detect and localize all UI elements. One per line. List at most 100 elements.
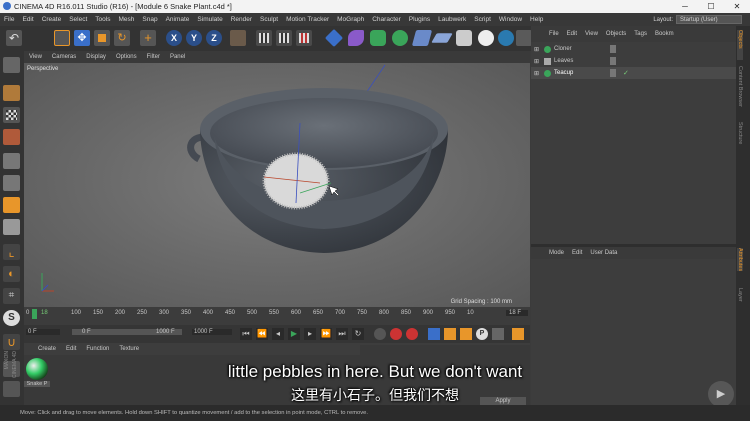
floor-icon[interactable] <box>431 33 453 43</box>
viewport-menu-cameras[interactable]: Cameras <box>47 54 81 60</box>
menu-snap[interactable]: Snap <box>138 16 161 23</box>
om-menu-bookmarks[interactable]: Bookm <box>651 31 678 37</box>
visibility-dots-icon[interactable] <box>610 45 616 53</box>
render-picture-viewer-icon[interactable] <box>276 30 292 46</box>
timeline-window-icon[interactable] <box>512 328 524 340</box>
polygons-mode-icon[interactable] <box>3 197 20 213</box>
am-menu-edit[interactable]: Edit <box>568 250 586 256</box>
goto-end-icon[interactable]: ⏭ <box>336 328 348 340</box>
axis-mode-icon[interactable]: ⌞ <box>3 244 20 260</box>
points-mode-icon[interactable] <box>3 153 20 169</box>
am-menu-mode[interactable]: Mode <box>545 250 568 256</box>
menu-laubwerk[interactable]: Laubwerk <box>434 16 470 23</box>
y-axis-icon[interactable]: Y <box>186 30 202 46</box>
menu-simulate[interactable]: Simulate <box>193 16 226 23</box>
visibility-dots-icon[interactable] <box>610 69 616 77</box>
menu-motion-tracker[interactable]: Motion Tracker <box>282 16 333 23</box>
menu-edit[interactable]: Edit <box>18 16 37 23</box>
visibility-dots-icon[interactable] <box>610 57 616 65</box>
om-menu-view[interactable]: View <box>581 31 602 37</box>
viewport-menu-options[interactable]: Options <box>111 54 142 60</box>
snapping-icon[interactable]: S <box>3 310 20 326</box>
close-button[interactable]: ✕ <box>724 0 750 13</box>
viewport-menu-display[interactable]: Display <box>81 54 111 60</box>
maximize-button[interactable]: ☐ <box>698 0 724 13</box>
magnet-icon[interactable]: ∪ <box>3 334 20 350</box>
scale-icon[interactable] <box>94 30 110 46</box>
object-row-teacup[interactable]: ⊞ Teacup ✓ <box>531 67 736 79</box>
x-axis-icon[interactable]: X <box>166 30 182 46</box>
menu-render[interactable]: Render <box>227 16 256 23</box>
snap-icon[interactable] <box>498 30 514 46</box>
menu-script[interactable]: Script <box>470 16 495 23</box>
max-frame-field[interactable]: 1000 F <box>156 329 175 335</box>
goto-start-icon[interactable]: ⏮ <box>240 328 252 340</box>
start-frame-field[interactable]: 0 F <box>26 329 60 335</box>
material-menu-function[interactable]: Function <box>81 346 114 352</box>
prev-frame-icon[interactable]: ◂ <box>272 328 284 340</box>
prev-key-icon[interactable]: ⏪ <box>256 328 268 340</box>
am-menu-user-data[interactable]: User Data <box>586 250 621 256</box>
texture-mode-icon[interactable] <box>3 107 20 123</box>
param-key-icon[interactable]: P <box>476 328 488 340</box>
play-icon[interactable]: ▶ <box>288 328 300 340</box>
object-row-cloner[interactable]: ⊞ Cloner <box>531 43 736 55</box>
loop-icon[interactable]: ↻ <box>352 328 364 340</box>
cube-icon[interactable] <box>324 28 344 48</box>
menu-create[interactable]: Create <box>38 16 66 23</box>
tab-layer[interactable]: Layer <box>737 288 743 302</box>
scale-key-icon[interactable] <box>444 328 456 340</box>
menu-window[interactable]: Window <box>495 16 526 23</box>
viewport-menu-view[interactable]: View <box>24 54 47 60</box>
om-menu-objects[interactable]: Objects <box>602 31 630 37</box>
tweak-mode-icon[interactable]: ◐ <box>3 266 20 282</box>
enabled-check-icon[interactable]: ✓ <box>623 69 629 77</box>
workplane-icon[interactable] <box>516 30 532 46</box>
menu-mesh[interactable]: Mesh <box>114 16 138 23</box>
expand-icon[interactable]: ⊞ <box>534 46 541 53</box>
tab-attributes[interactable]: Attributes <box>737 248 743 272</box>
expand-icon[interactable]: ⊞ <box>534 58 541 65</box>
material-menu-create[interactable]: Create <box>24 346 61 352</box>
move-icon[interactable]: ✥ <box>74 30 90 46</box>
material-menu-texture[interactable]: Texture <box>114 346 144 352</box>
viewport-menu-panel[interactable]: Panel <box>165 54 190 60</box>
workplane-mode-icon[interactable] <box>3 129 20 145</box>
z-axis-icon[interactable]: Z <box>206 30 222 46</box>
pen-spline-icon[interactable] <box>348 30 364 46</box>
cloner-icon[interactable] <box>392 30 408 46</box>
viewport-menu-filter[interactable]: Filter <box>142 54 165 60</box>
viewport[interactable]: Perspective Grid Spacing : 100 mm <box>24 63 530 307</box>
next-key-icon[interactable]: ⏩ <box>320 328 332 340</box>
model-mode-icon[interactable] <box>3 85 20 101</box>
render-settings-icon[interactable] <box>296 30 312 46</box>
om-menu-edit[interactable]: Edit <box>563 31 581 37</box>
menu-tools[interactable]: Tools <box>91 16 114 23</box>
end-frame-field[interactable]: 18 F <box>506 310 528 316</box>
uv-mode-icon[interactable] <box>3 219 20 235</box>
keyframe-selection-icon[interactable] <box>406 328 418 340</box>
material-menu-edit[interactable]: Edit <box>61 346 81 352</box>
tab-content-browser[interactable]: Content Browser <box>737 66 743 107</box>
edges-mode-icon[interactable] <box>3 175 20 191</box>
end-frame-total-field[interactable]: 1000 F <box>192 329 232 335</box>
move-key-icon[interactable] <box>428 328 440 340</box>
minimize-button[interactable]: ─ <box>672 0 698 13</box>
tab-objects[interactable]: Objects <box>737 30 743 60</box>
coordinate-system-icon[interactable] <box>230 30 246 46</box>
live-selection-icon[interactable] <box>54 30 70 46</box>
next-frame-icon[interactable]: ▸ <box>304 328 316 340</box>
deformer-icon[interactable] <box>411 30 433 46</box>
menu-character[interactable]: Character <box>368 16 405 23</box>
playhead[interactable] <box>32 309 37 319</box>
teacup-model[interactable] <box>24 63 530 307</box>
timeline-ruler[interactable]: 0 18 100 150 200 250 300 350 400 450 500… <box>24 307 530 325</box>
add-icon[interactable]: + <box>140 30 156 46</box>
autokey-icon[interactable] <box>390 328 402 340</box>
camera-icon[interactable] <box>456 30 472 46</box>
menu-mograph[interactable]: MoGraph <box>333 16 368 23</box>
menu-sculpt[interactable]: Sculpt <box>256 16 282 23</box>
layout-dropdown[interactable]: Startup (User) <box>676 15 742 24</box>
rotate-icon[interactable]: ↻ <box>114 30 130 46</box>
object-row-leaves[interactable]: ⊞ Leaves <box>531 55 736 67</box>
